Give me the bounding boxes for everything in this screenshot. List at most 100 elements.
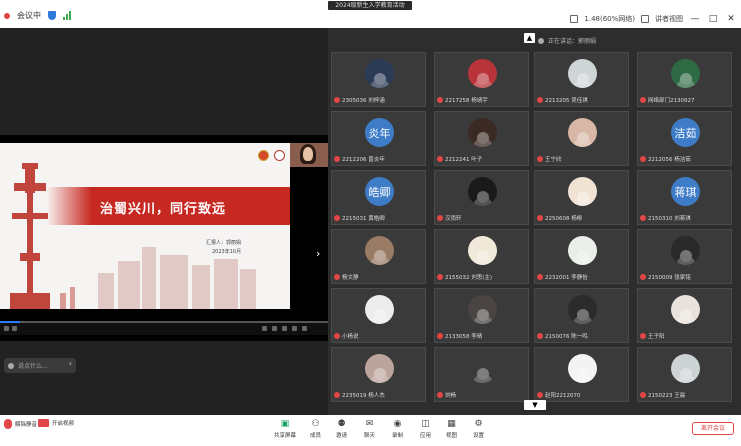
participant-avatar <box>568 59 597 88</box>
participant-initials-avatar: 皓卿 <box>365 177 394 206</box>
avatar-figure <box>476 249 489 262</box>
signal-icon[interactable] <box>63 11 72 20</box>
participant-tile[interactable]: 2305036 刘梓涵 <box>331 52 426 107</box>
participant-name-row: 赵阳2212070 <box>537 391 581 399</box>
avatar-figure <box>476 72 489 85</box>
participant-avatar <box>365 236 394 265</box>
participant-tile[interactable]: 赵阳2212070 <box>534 347 629 402</box>
network-info-icon[interactable] <box>570 15 579 23</box>
participant-name: 2150009 张家铭 <box>648 275 691 281</box>
close-button[interactable]: ✕ <box>725 14 737 24</box>
chevron-left-icon[interactable]: ‹ <box>69 359 72 368</box>
slide-date: 2023年10月 <box>212 249 242 255</box>
title-bar-left: 会议中 <box>4 10 72 21</box>
settings-icon[interactable] <box>272 326 277 331</box>
avatar-figure <box>679 72 692 85</box>
layout-button[interactable]: 讲者视图 <box>655 14 683 24</box>
gallery-down-button[interactable]: ▼ <box>524 400 546 410</box>
network-info-label[interactable]: 1.48(60%网络) <box>584 14 635 24</box>
toolbar-share-screen[interactable]: ▣ 共享屏幕 <box>274 418 296 440</box>
pip-icon[interactable] <box>282 326 287 331</box>
participant-tile[interactable]: 王宁欣 <box>534 111 629 166</box>
participant-tile[interactable]: 网络部门2130927 <box>637 52 732 107</box>
participant-tile[interactable]: 刘畅 <box>434 347 529 402</box>
avatar-figure <box>576 367 589 380</box>
next-icon[interactable] <box>12 326 17 331</box>
participant-tile[interactable]: 汉雨轩 <box>434 170 529 225</box>
participant-tile[interactable]: 皓卿 2215031 黄皓卿 <box>331 170 426 225</box>
chevron-right-icon[interactable]: › <box>316 247 320 260</box>
layout-icon[interactable] <box>641 15 649 23</box>
participant-tile[interactable]: 2150076 陈一鸣 <box>534 288 629 343</box>
participant-gallery: ▲ 正在讲话：郭丽娟 2305036 刘梓涵 2217258 杨靖宇 2213205… <box>328 28 741 415</box>
security-shield-icon[interactable] <box>48 11 56 20</box>
mic-muted-icon <box>334 97 340 103</box>
mic-muted-icon <box>537 392 543 398</box>
participant-tile[interactable]: 洁茹 2212056 杨洁茹 <box>637 111 732 166</box>
subtitle-icon[interactable] <box>262 326 267 331</box>
invite-icon: ⚉ <box>337 418 346 429</box>
chat-input[interactable]: 说点什么... ‹ <box>4 358 76 373</box>
toolbar-settings[interactable]: ⚙ 设置 <box>473 418 485 440</box>
participant-name: 2235019 杨人杰 <box>342 393 385 399</box>
participant-tile[interactable]: 2250608 杨柳 <box>534 170 629 225</box>
mic-muted-icon <box>640 156 646 162</box>
view-icon: ▦ <box>447 418 456 429</box>
toolbar-apps[interactable]: ◫ 应用 <box>420 418 431 440</box>
participant-tile[interactable]: 2232001 李静怡 <box>534 229 629 284</box>
participant-avatar <box>671 236 700 265</box>
participant-avatar <box>671 295 700 324</box>
avatar-figure <box>679 249 692 262</box>
title-bar: 会议中 2024级新生入学教育活动 1.48(60%网络) 讲者视图 — □ ✕ <box>0 0 741 28</box>
participant-avatar <box>365 59 394 88</box>
volume-icon[interactable] <box>302 326 307 331</box>
mic-muted-icon <box>334 392 340 398</box>
participant-tile[interactable]: 2217258 杨靖宇 <box>434 52 529 107</box>
mic-button[interactable]: 解除静音 <box>4 419 37 429</box>
toolbar-members[interactable]: ⚇ 成员 <box>310 418 321 440</box>
participant-tile[interactable]: 蒋琪 2150310 刘蒋琪 <box>637 170 732 225</box>
participant-tile[interactable]: 2212241 叶子 <box>434 111 529 166</box>
participant-name: 2213205 吴佳琪 <box>545 98 588 104</box>
toolbar-chat[interactable]: ✉ 聊天 <box>364 418 375 440</box>
participant-tile[interactable]: 2133058 李晴 <box>434 288 529 343</box>
participant-name-row: 2133058 李晴 <box>437 332 482 340</box>
participant-name-row: 2150310 刘蒋琪 <box>640 214 691 222</box>
participant-tile[interactable]: 杨文静 <box>331 229 426 284</box>
avatar-figure <box>373 249 386 262</box>
toolbar-settings-label: 设置 <box>473 433 485 439</box>
participant-tile[interactable]: 2213205 吴佳琪 <box>534 52 629 107</box>
participant-name: 2250608 杨柳 <box>545 216 583 222</box>
toolbar-record-label: 录制 <box>392 433 404 439</box>
presenter-video-thumbnail[interactable] <box>290 143 328 167</box>
participant-tile[interactable]: 炎年 2212206 曾炎年 <box>331 111 426 166</box>
camera-off-icon <box>38 419 49 427</box>
participant-tile[interactable]: 2235019 杨人杰 <box>331 347 426 402</box>
participant-tile[interactable]: 小杨说 <box>331 288 426 343</box>
app-name: 会议中 <box>17 11 41 20</box>
gallery-up-button[interactable]: ▲ <box>524 33 535 43</box>
avatar-figure <box>576 72 589 85</box>
leave-meeting-button[interactable]: 离开会议 <box>692 422 734 435</box>
participant-tile[interactable]: 王子阳 <box>637 288 732 343</box>
minimize-button[interactable]: — <box>689 14 701 24</box>
participant-tile[interactable]: 2155032 刘思(主) <box>434 229 529 284</box>
toolbar-record[interactable]: ◉ 录制 <box>392 418 404 440</box>
maximize-button[interactable]: □ <box>707 14 719 24</box>
participant-name-row: 杨文静 <box>334 273 359 281</box>
avatar-figure <box>576 190 589 203</box>
shared-slide[interactable]: 治蜀兴川，同行致远 汇报人：郭丽娟 2023年10月 › <box>0 135 328 341</box>
mic-muted-icon <box>334 274 340 280</box>
play-icon[interactable] <box>4 326 9 331</box>
school-logo-icon <box>258 150 269 161</box>
fullscreen-icon[interactable] <box>292 326 297 331</box>
toolbar-invite[interactable]: ⚉ 邀请 <box>336 418 347 440</box>
participant-name-row: 汉雨轩 <box>437 214 462 222</box>
mic-muted-icon <box>537 156 543 162</box>
participant-tile[interactable]: 2150223 王晨 <box>637 347 732 402</box>
participant-name: 王宁欣 <box>545 157 562 163</box>
toolbar-view[interactable]: ▦ 视图 <box>446 418 457 440</box>
participant-tile[interactable]: 2150009 张家铭 <box>637 229 732 284</box>
camera-button[interactable]: 开启视频 <box>38 419 74 427</box>
avatar-figure <box>576 249 589 262</box>
